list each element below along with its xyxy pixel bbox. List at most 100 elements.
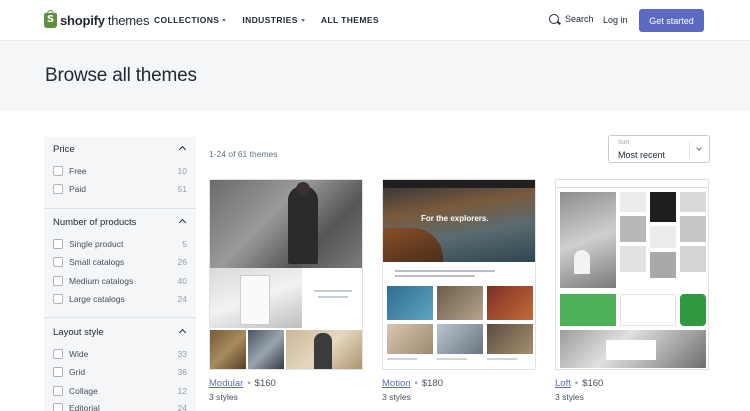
theme-price: $160 [254,378,276,389]
filter-option-count: 24 [177,294,187,304]
filter-option-collage[interactable]: Collage 12 [53,386,187,396]
hero-photo [210,180,362,268]
logo-wordmark: shopify [60,12,105,28]
preview-nav-bar [383,180,535,188]
filter-option-label: Wide [69,349,89,359]
divider [44,208,196,209]
garment-shape [240,275,270,325]
get-started-button[interactable]: Get started [639,9,704,32]
filter-option-editorial[interactable]: Editorial 24 [53,403,187,411]
text-line [387,358,417,360]
filter-option-grid[interactable]: Grid 36 [53,367,187,377]
shopify-bag-icon [44,9,57,28]
page-hero: Browse all themes [0,41,750,111]
newsletter-box [606,340,656,360]
promo-banner [560,294,616,326]
checkbox[interactable] [53,386,63,396]
separator: • [574,378,579,389]
theme-card-loft[interactable]: Loft • $160 3 styles [555,179,709,402]
product-tile [650,252,676,278]
checkbox[interactable] [53,294,63,304]
filter-option-label: Large catalogs [69,294,125,304]
divider [44,317,196,318]
login-link[interactable]: Log in [603,15,628,25]
sort-select[interactable]: Sort Most recent [608,135,710,163]
product-tile [680,216,706,242]
checkbox[interactable] [53,349,63,359]
search-icon [549,14,559,24]
product-tile [387,324,433,354]
facet-price-title: Price [53,144,75,155]
results-count: 1-24 of 61 themes [209,149,278,159]
search-button[interactable]: Search [549,14,594,24]
checkbox[interactable] [53,276,63,286]
theme-thumbnail[interactable] [209,179,363,370]
theme-title-row: Modular • $160 [209,378,363,389]
filter-option-count: 51 [177,184,187,194]
text-line [437,358,467,360]
product-tile [487,324,533,354]
nav-all-themes-label: ALL THEMES [320,15,379,25]
model-figure [288,186,318,264]
filter-option-count: 5 [182,239,187,249]
intro-text-area [383,262,535,286]
shopify-themes-logo[interactable]: shopify themes [44,9,150,29]
product-tile [437,286,483,320]
checkbox[interactable] [53,403,63,411]
facet-layout-header[interactable]: Layout style [53,327,187,338]
theme-thumbnail[interactable]: For the explorers. [382,179,536,370]
filter-option-label: Small catalogs [69,257,125,267]
main-nav: COLLECTIONS INDUSTRIES ALL THEMES [154,15,379,25]
model-figure [314,333,332,369]
text-line [395,270,495,272]
filter-option-small-catalogs[interactable]: Small catalogs 26 [53,257,187,267]
theme-title-row: Loft • $160 [555,378,709,389]
filter-option-medium-catalogs[interactable]: Medium catalogs 40 [53,276,187,286]
theme-card-motion[interactable]: For the explorers. Motion • $180 3 style… [382,179,536,402]
product-tile [210,330,246,369]
checkbox[interactable] [53,367,63,377]
chevron-up-icon [178,328,187,337]
facet-products-title: Number of products [53,217,137,228]
theme-styles: 3 styles [555,392,584,402]
nav-all-themes[interactable]: ALL THEMES [321,15,379,25]
theme-thumbnail[interactable] [555,179,709,370]
preview-nav-bar [556,180,708,188]
filter-option-label: Free [69,166,87,176]
filter-option-count: 33 [177,349,187,359]
theme-name-link[interactable]: Modular [209,378,243,389]
filter-option-count: 40 [177,276,187,286]
page-title: Browse all themes [45,65,197,86]
hero-heading: For the explorers. [421,214,489,223]
theme-price: $160 [582,378,604,389]
facet-price-header[interactable]: Price [53,144,187,155]
checkbox[interactable] [53,166,63,176]
text-panel [620,294,676,326]
filter-option-free[interactable]: Free 10 [53,166,187,176]
chevron-down-icon [696,145,702,151]
theme-styles: 3 styles [382,392,411,402]
sort-label: Sort [618,140,630,146]
filter-option-paid[interactable]: Paid 51 [53,184,187,194]
chevron-up-icon [178,218,187,227]
checkbox[interactable] [53,184,63,194]
theme-name-link[interactable]: Loft [555,378,571,389]
filter-sidebar: Price Free 10 Paid 51 Number of products… [44,137,196,411]
chair-shape [574,250,590,274]
logo-suffix: themes [107,12,150,28]
nav-collections[interactable]: COLLECTIONS [154,15,227,25]
checkbox[interactable] [53,257,63,267]
checkbox[interactable] [53,239,63,249]
facet-products-header[interactable]: Number of products [53,217,187,228]
product-tile [620,246,646,272]
text-line [395,275,475,277]
theme-card-modular[interactable]: Modular • $160 3 styles [209,179,363,402]
filter-option-large-catalogs[interactable]: Large catalogs 24 [53,294,187,304]
product-tile [387,286,433,320]
filter-option-wide[interactable]: Wide 33 [53,349,187,359]
product-tile [437,324,483,354]
filter-option-single-product[interactable]: Single product 5 [53,239,187,249]
theme-name-link[interactable]: Motion [382,378,411,389]
product-tile [650,226,676,248]
nav-industries[interactable]: INDUSTRIES [242,15,305,25]
